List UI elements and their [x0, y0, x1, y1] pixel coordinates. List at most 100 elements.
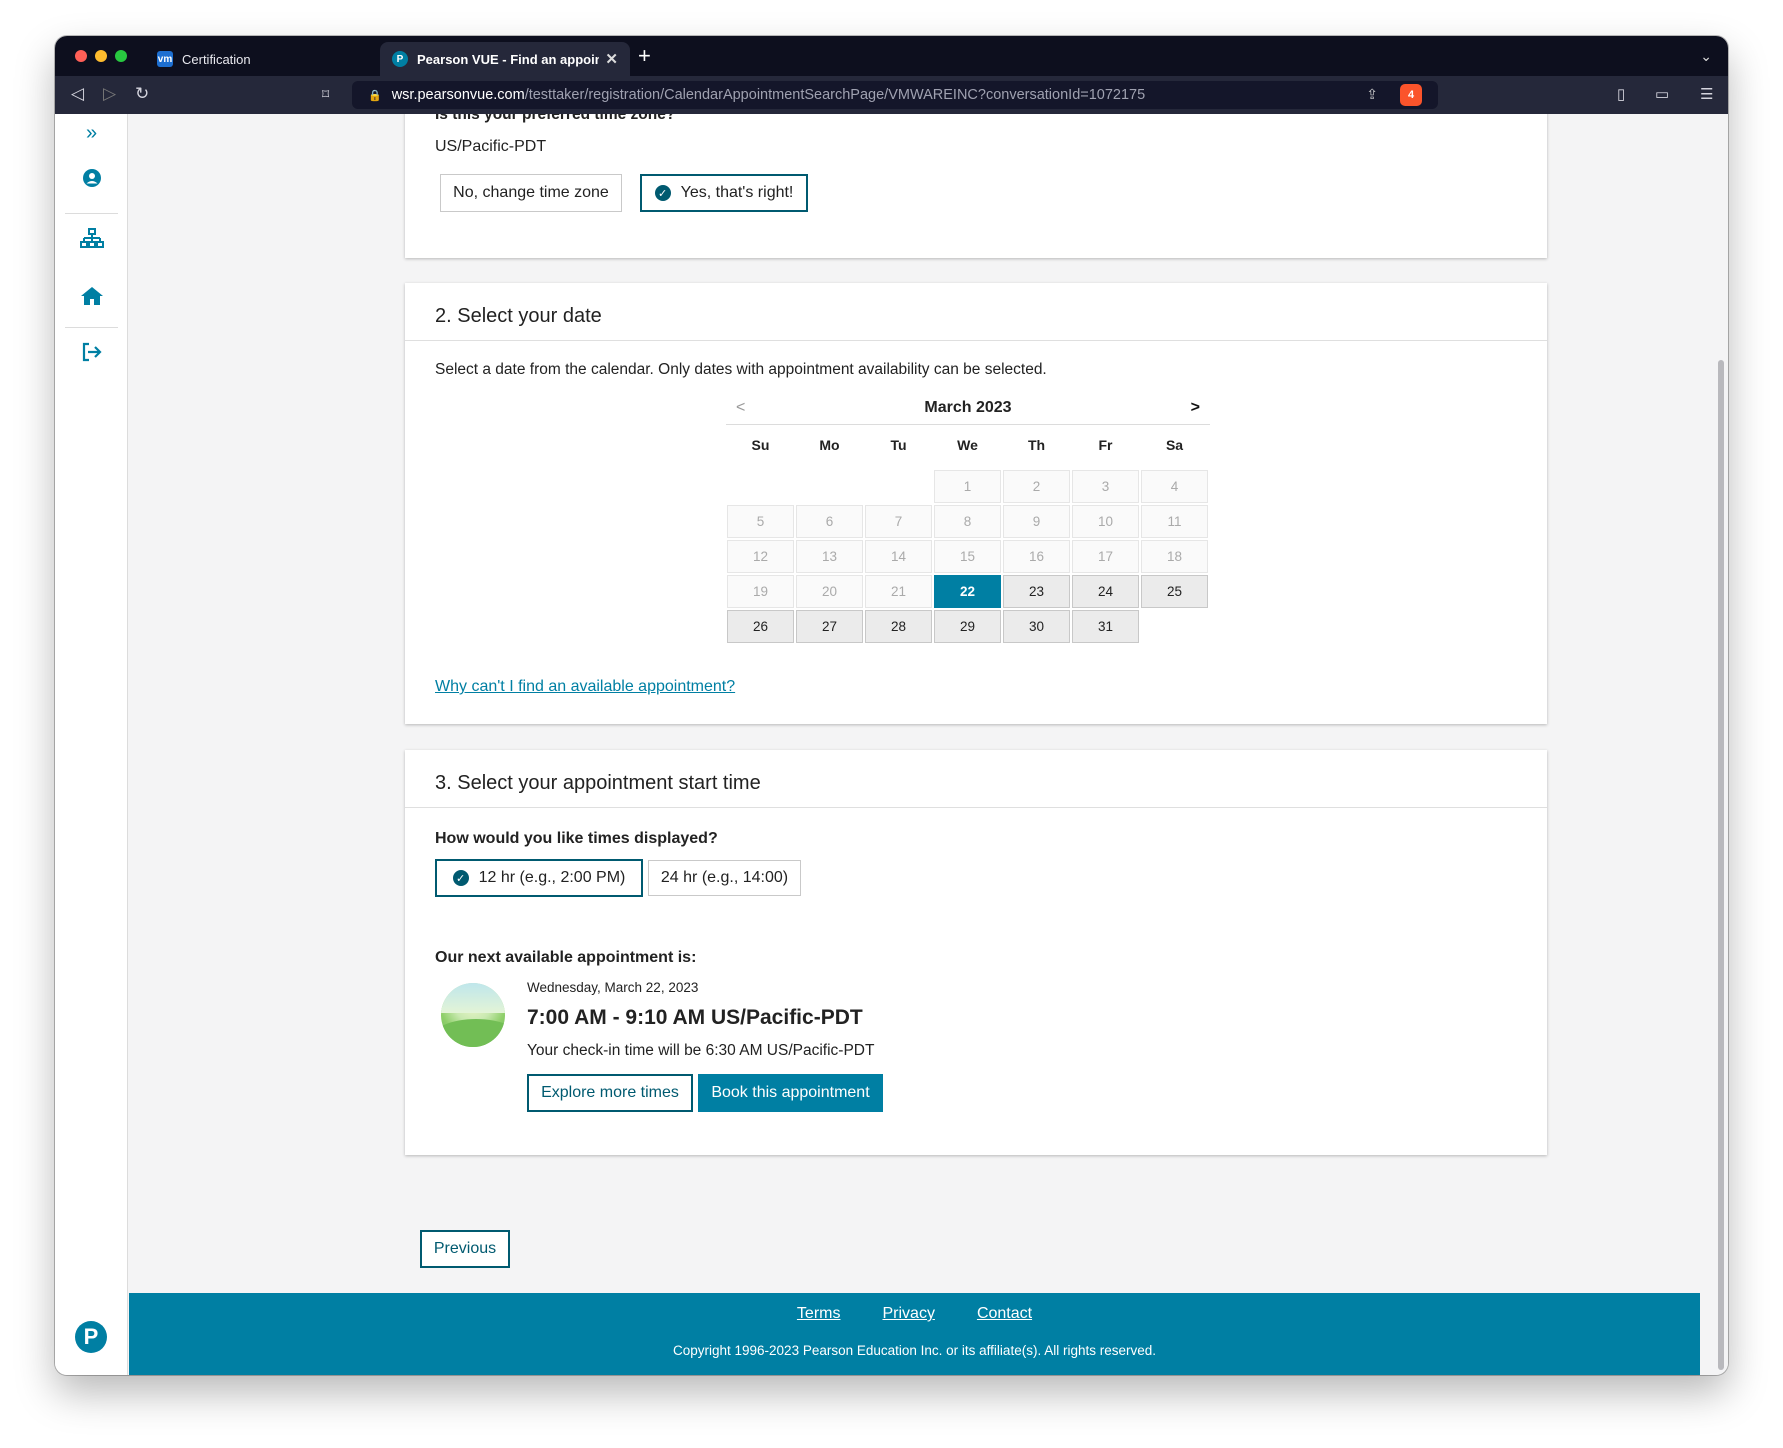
minimize-window-button[interactable] — [95, 50, 107, 62]
previous-label: Previous — [433, 1240, 497, 1257]
weekday-label: Su — [751, 437, 770, 453]
footer-link-terms[interactable]: Terms — [797, 1305, 841, 1323]
bookmark-icon[interactable]: ⌑ — [322, 84, 329, 104]
change-timezone-button[interactable]: No, change time zone — [440, 174, 622, 212]
sidebar-toggle-icon[interactable]: ▯ — [1617, 85, 1625, 103]
tab-bar: vm Certification P Pearson VUE - Find an… — [55, 36, 1728, 76]
calendar-day: 17 — [1072, 540, 1139, 573]
next-available-label: Our next available appointment is: — [435, 949, 697, 966]
calendar-day[interactable]: 26 — [727, 610, 794, 643]
back-icon[interactable]: ◁ — [71, 84, 84, 104]
footer-link-contact[interactable]: Contact — [977, 1305, 1032, 1323]
checkin-time: Your check-in time will be 6:30 AM US/Pa… — [527, 1042, 875, 1059]
format-24hr-label: 24 hr (e.g., 14:00) — [660, 869, 789, 886]
calendar-day: 12 — [727, 540, 794, 573]
appointment-date: Wednesday, March 22, 2023 — [527, 980, 699, 995]
calendar-grid: 1 2 3 4 5 6 7 8 9 10 11 12 13 14 15 16 17 18 19 20 21 22 23 24 2… — [726, 469, 1210, 644]
browser-window: vm Certification P Pearson VUE - Find an… — [55, 36, 1728, 1375]
calendar-day[interactable]: 31 — [1072, 610, 1139, 643]
wallet-icon[interactable]: ▭ — [1655, 85, 1669, 103]
pearson-logo[interactable]: P — [75, 1321, 107, 1353]
format-12hr-label: 12 hr (e.g., 2:00 PM) — [478, 869, 626, 886]
calendar-day: 5 — [727, 505, 794, 538]
reload-icon[interactable]: ↻ — [135, 84, 149, 104]
confirm-timezone-label: Yes, that's right! — [680, 184, 794, 201]
timezone-value: US/Pacific-PDT — [435, 138, 547, 155]
scrollbar-thumb[interactable] — [1718, 360, 1724, 1370]
timezone-card: Is this your preferred time zone? US/Pac… — [405, 114, 1547, 258]
explore-times-button[interactable]: Explore more times — [527, 1074, 693, 1112]
calendar-day[interactable]: 24 — [1072, 575, 1139, 608]
calendar-day[interactable]: 27 — [796, 610, 863, 643]
calendar-day: 15 — [934, 540, 1001, 573]
home-icon[interactable] — [55, 286, 128, 312]
format-12hr-button[interactable]: ✓ 12 hr (e.g., 2:00 PM) — [435, 859, 643, 897]
vmware-favicon-icon: vm — [157, 51, 173, 67]
close-window-button[interactable] — [75, 50, 87, 62]
brave-shield-icon[interactable]: 4 — [1400, 84, 1422, 106]
check-circle-icon: ✓ — [654, 185, 671, 201]
sign-out-icon[interactable] — [55, 342, 128, 368]
check-circle-icon: ✓ — [452, 870, 469, 886]
calendar-day: 20 — [796, 575, 863, 608]
calendar-day[interactable]: 25 — [1141, 575, 1208, 608]
sidebar-divider — [65, 327, 118, 328]
prev-month-button[interactable]: < — [736, 395, 745, 421]
calendar: < March 2023 > Su Mo Tu We Th Fr Sa 1234567891… — [726, 395, 1210, 644]
calendar-day: 10 — [1072, 505, 1139, 538]
url-path: /testtaker/registration/CalendarAppointm… — [524, 87, 1146, 103]
calendar-day[interactable]: 28 — [865, 610, 932, 643]
timezone-question: Is this your preferred time zone? — [435, 114, 676, 123]
calendar-blank-cell — [796, 470, 863, 503]
page-footer: Terms Privacy Contact Copyright 1996-202… — [129, 1293, 1700, 1375]
time-card: 3. Select your appointment start time Ho… — [405, 750, 1547, 1155]
menu-icon[interactable]: ☰ — [1700, 85, 1713, 103]
confirm-timezone-button[interactable]: ✓ Yes, that's right! — [640, 174, 808, 212]
calendar-month: March 2023 — [924, 399, 1012, 416]
book-appointment-button[interactable]: Book this appointment — [698, 1074, 883, 1112]
maximize-window-button[interactable] — [115, 50, 127, 62]
tab-pearson-vue[interactable]: P Pearson VUE - Find an appointm ✕ — [380, 42, 630, 76]
calendar-day[interactable]: 23 — [1003, 575, 1070, 608]
calendar-day[interactable]: 29 — [934, 610, 1001, 643]
app-sidebar: » P — [55, 114, 128, 1375]
help-link[interactable]: Why can't I find an available appointmen… — [435, 678, 735, 696]
weekday-label: We — [957, 437, 978, 453]
close-tab-icon[interactable]: ✕ — [605, 50, 618, 68]
next-month-button[interactable]: > — [1191, 395, 1200, 421]
weekday-label: Mo — [819, 437, 840, 453]
footer-link-privacy[interactable]: Privacy — [882, 1305, 934, 1323]
calendar-day[interactable]: 30 — [1003, 610, 1070, 643]
date-heading: 2. Select your date — [405, 283, 1547, 341]
share-icon[interactable]: ⇪ — [1366, 86, 1378, 103]
tab-title: Pearson VUE - Find an appointm — [417, 51, 600, 67]
previous-button[interactable]: Previous — [420, 1230, 510, 1268]
book-appointment-label: Book this appointment — [711, 1084, 870, 1101]
calendar-day: 11 — [1141, 505, 1208, 538]
page-scrollbar[interactable] — [1714, 114, 1728, 1375]
forward-icon[interactable]: ▷ — [103, 84, 116, 104]
weekday-label: Tu — [890, 437, 907, 453]
address-toolbar: ◁ ▷ ↻ ⌑ 🔒 wsr.pearsonvue.com /testtaker/… — [55, 76, 1728, 114]
time-heading: 3. Select your appointment start time — [405, 750, 1547, 808]
weekday-label: Fr — [1098, 437, 1113, 453]
lock-icon: 🔒 — [368, 89, 382, 102]
calendar-day-selected[interactable]: 22 — [934, 575, 1001, 608]
calendar-day: 13 — [796, 540, 863, 573]
footer-links: Terms Privacy Contact — [129, 1305, 1700, 1323]
date-instruction: Select a date from the calendar. Only da… — [435, 361, 1047, 378]
address-bar[interactable]: 🔒 wsr.pearsonvue.com /testtaker/registra… — [352, 81, 1438, 109]
tab-certification[interactable]: vm Certification — [145, 42, 375, 76]
calendar-day: 8 — [934, 505, 1001, 538]
sitemap-icon[interactable] — [55, 228, 128, 256]
format-24hr-button[interactable]: 24 hr (e.g., 14:00) — [648, 860, 801, 896]
appointment-time-range: 7:00 AM - 9:10 AM US/Pacific-PDT — [527, 1006, 863, 1029]
calendar-header: < March 2023 > — [726, 395, 1210, 425]
tab-list-chevron-icon[interactable]: ⌄ — [1700, 48, 1712, 65]
user-circle-icon[interactable] — [55, 168, 128, 194]
double-chevron-right-icon[interactable]: » — [55, 122, 128, 145]
sidebar-divider — [65, 213, 118, 214]
date-card: 2. Select your date Select a date from t… — [405, 283, 1547, 724]
calendar-day: 1 — [934, 470, 1001, 503]
new-tab-button[interactable]: + — [638, 45, 651, 67]
